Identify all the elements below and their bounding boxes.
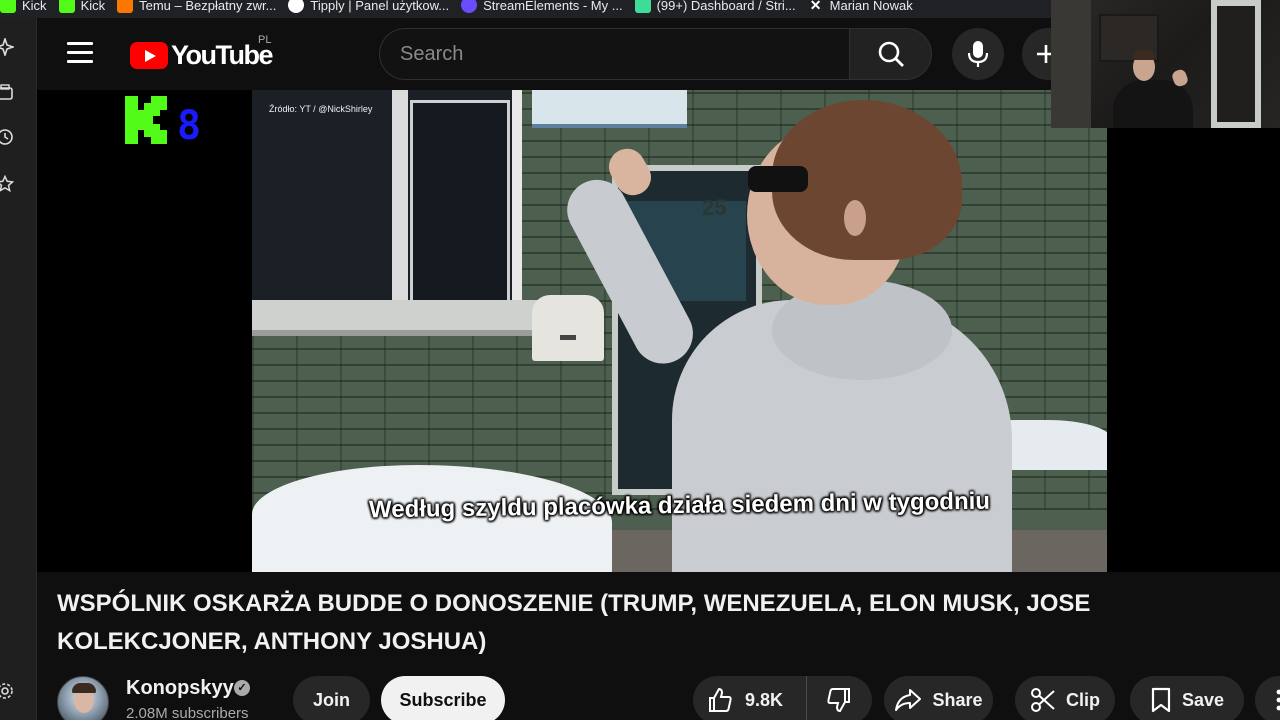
building-sign [532,90,687,128]
bookmark-x[interactable]: ✕ Marian Nowak [808,0,913,14]
verified-icon: ✓ [234,680,250,696]
like-dislike-group: 9.8K [693,676,872,720]
dashboard-icon [634,0,651,13]
logo-text: YouTube [171,40,273,70]
browser-sidebar [0,18,37,720]
video-source-label: Źródło: YT / @NickShirley [269,104,373,114]
bookmark-label: StreamElements - My ... [483,0,623,13]
mailbox [532,295,604,361]
bookmark-label: Tipply | Panel użytkow... [310,0,450,13]
like-button[interactable]: 9.8K [693,676,807,720]
video-title: WSPÓLNIK OSKARŻA BUDDE O DONOSZENIE (TRU… [57,590,1091,655]
voice-search-button[interactable] [952,28,1004,80]
subscribe-button[interactable]: Subscribe [381,676,505,720]
tipply-icon [288,0,305,13]
temu-icon [117,0,134,13]
subscriber-count: 2.08M subscribers [126,705,249,720]
channel-overlay-logo: 8 [125,96,202,149]
share-label: Share [932,689,983,710]
scissors-icon [1031,688,1055,712]
sparkle-icon[interactable] [0,38,14,56]
sunglasses [748,166,808,192]
bookmark-tipply[interactable]: Tipply | Panel użytkow... [288,0,449,14]
bookmark-kick-2[interactable]: Kick [58,0,106,14]
more-vertical-icon [1276,689,1280,711]
video-frame: 25 Źródło: YT / @NickShirley Według szyl… [252,90,1107,572]
x-icon: ✕ [809,0,822,13]
clip-label: Clip [1066,689,1100,710]
like-count: 9.8K [745,689,784,710]
bookmark-kick-1[interactable]: Kick [0,0,47,14]
window-sill [252,300,542,336]
bookmark-label: Kick [80,0,106,13]
search-input[interactable] [379,28,849,80]
kick-logo-icon [125,96,167,144]
channel-avatar[interactable] [57,676,109,720]
bookmark-dashboard[interactable]: (99+) Dashboard / Stri... [634,0,796,14]
bookmark-label: Temu – Bezpłatny zwr... [139,0,277,13]
search-bar [379,28,932,80]
building-window [252,90,522,310]
join-button[interactable]: Join [293,676,370,720]
clip-button[interactable]: Clip [1015,676,1115,720]
bookmark-streamelements[interactable]: StreamElements - My ... [461,0,623,14]
streamelements-icon [461,0,478,13]
channel-name[interactable]: Konopskyy [126,677,234,700]
settings-icon[interactable] [0,682,14,700]
save-label: Save [1181,689,1225,710]
history-icon[interactable] [0,128,14,146]
bookmark-label: Marian Nowak [829,0,913,13]
region-code: PL [258,34,272,46]
microphone-icon [967,41,989,67]
share-icon [895,689,922,711]
bookmark-icon [1151,687,1171,713]
dislike-button[interactable] [807,676,871,720]
kick-icon [0,0,16,13]
video-meta-row: Konopskyy ✓ 2.08M subscribers Join Subsc… [57,676,1280,720]
save-button[interactable]: Save [1130,676,1244,720]
person-ear [844,200,866,236]
menu-icon[interactable] [67,42,93,64]
search-icon [878,41,904,67]
youtube-logo[interactable]: YouTube PL [130,34,273,71]
kick-icon [58,0,75,13]
video-player[interactable]: 8 25 Źródło: YT / @NickShirley Według sz… [37,90,1280,572]
favorites-icon[interactable] [0,175,14,193]
thumbs-up-icon [709,687,732,712]
search-button[interactable] [849,28,932,80]
bookmark-temu[interactable]: Temu – Bezpłatny zwr... [117,0,276,14]
wallet-icon[interactable] [0,84,14,102]
thumbs-down-icon [827,688,850,713]
share-button[interactable]: Share [884,676,993,720]
webcam-overlay [1051,0,1280,128]
more-actions-button[interactable] [1255,676,1280,720]
overlay-number: 8 [177,103,202,149]
bookmark-label: (99+) Dashboard / Stri... [656,0,796,13]
bookmark-label: Kick [22,0,47,13]
building-number: 25 [702,195,727,220]
youtube-play-icon [130,42,168,69]
